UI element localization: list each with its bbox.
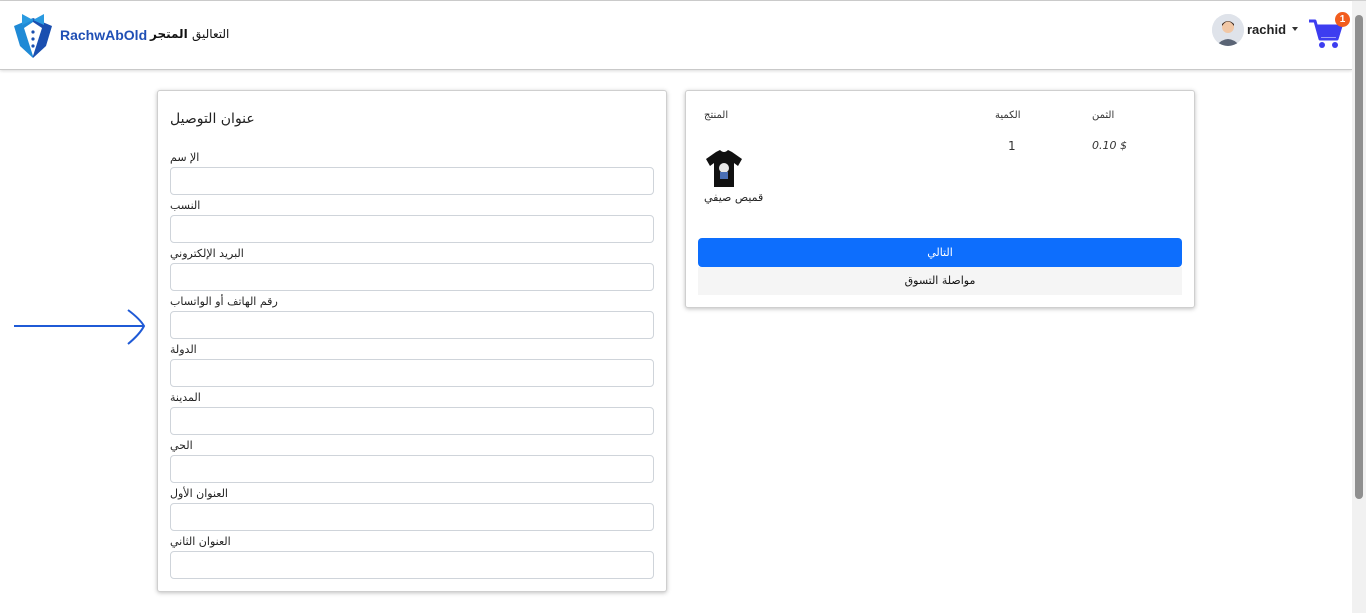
column-header-product: المنتج (704, 110, 729, 121)
country-input[interactable] (170, 359, 654, 387)
shipping-address-form: عنوان التوصيل الإ سم النسب البريد الإلكت… (157, 90, 667, 592)
field-label-email: البريد الإلكتروني (170, 247, 244, 260)
last-name-input[interactable] (170, 215, 654, 243)
user-avatar-icon (1212, 14, 1244, 46)
product-price: 0.10 $ (1092, 139, 1127, 152)
black-tshirt-icon[interactable] (704, 149, 744, 189)
field-label-city: المدينة (170, 391, 201, 404)
city-input[interactable] (170, 407, 654, 435)
district-input[interactable] (170, 455, 654, 483)
nav-link-comments[interactable]: التعاليق (192, 27, 229, 41)
brand-name[interactable]: RachwAbOld (60, 27, 147, 43)
field-label-phone: رقم الهاتف أو الواتساب (170, 295, 278, 308)
product-name[interactable]: قميص صيفي (704, 191, 763, 204)
chevron-down-icon[interactable] (1292, 27, 1298, 31)
phone-input[interactable] (170, 311, 654, 339)
product-quantity: 1 (1008, 139, 1016, 153)
address-line-1-input[interactable] (170, 503, 654, 531)
scrollbar-thumb[interactable] (1355, 15, 1363, 499)
form-title: عنوان التوصيل (170, 111, 255, 127)
cart-summary: المنتج الكمية الثمن قميص صيفي 1 0.10 $ ا… (685, 90, 1195, 308)
tuxedo-logo-icon[interactable] (12, 12, 54, 60)
column-header-quantity: الكمية (995, 110, 1021, 121)
field-label-country: الدولة (170, 343, 197, 356)
top-navbar: RachwAbOld المتجر التعاليق rachid 1 (0, 1, 1352, 70)
arrow-right-icon (14, 309, 146, 345)
field-label-address-1: العنوان الأول (170, 487, 228, 500)
field-label-last-name: النسب (170, 199, 201, 212)
field-label-first-name: الإ سم (170, 151, 200, 164)
field-label-district: الحي (170, 439, 193, 452)
next-button[interactable]: التالي (698, 238, 1182, 267)
continue-shopping-button[interactable]: مواصلة التسوق (698, 267, 1182, 295)
nav-link-store[interactable]: المتجر (150, 27, 188, 41)
user-menu-name[interactable]: rachid (1247, 22, 1286, 37)
address-line-2-input[interactable] (170, 551, 654, 579)
cart-count-badge: 1 (1335, 12, 1350, 27)
column-header-price: الثمن (1092, 110, 1115, 121)
field-label-address-2: العنوان الثاني (170, 535, 231, 548)
first-name-input[interactable] (170, 167, 654, 195)
avatar[interactable] (1212, 14, 1244, 46)
email-input[interactable] (170, 263, 654, 291)
